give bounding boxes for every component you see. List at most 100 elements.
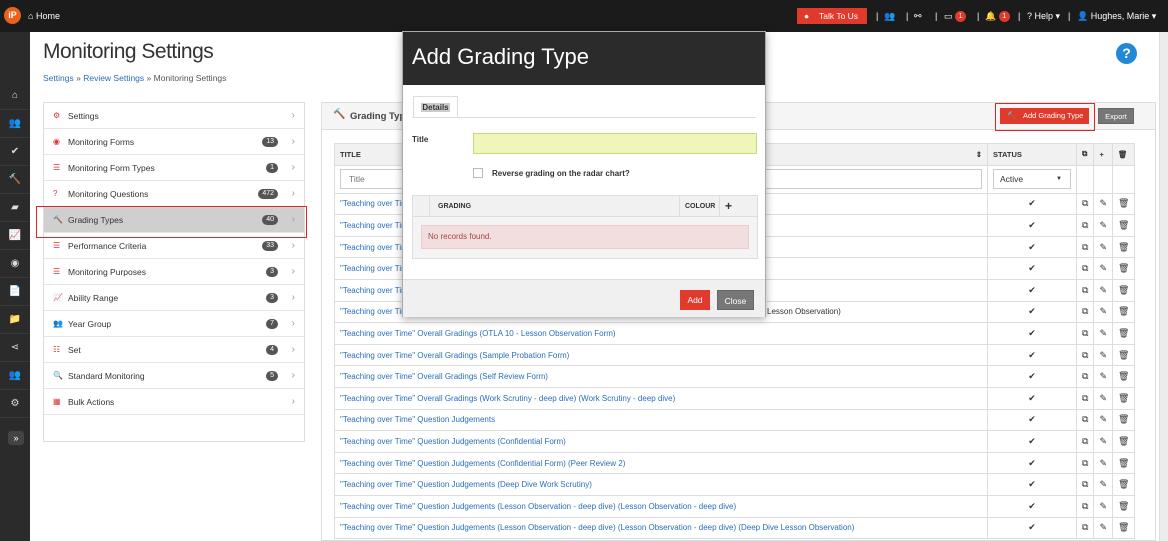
messages-button[interactable]: ▭ 1 <box>944 11 967 23</box>
copy-icon[interactable]: ⧉ <box>1075 278 1095 302</box>
help-icon[interactable]: ? <box>1116 43 1137 64</box>
trash-icon[interactable]: 🗑 <box>1111 143 1136 166</box>
breadcrumb-review-settings[interactable]: Review Settings <box>83 73 144 83</box>
home-icon[interactable]: ⌂ <box>0 82 30 110</box>
menu-item-monitoring-form-types[interactable]: ☰ Monitoring Form Types 1 › <box>44 155 304 181</box>
copy-icon[interactable]: ⧉ <box>1075 322 1095 345</box>
trash-icon[interactable]: 🗑 <box>1111 516 1136 540</box>
book-icon[interactable]: ▰ <box>0 194 30 222</box>
menu-item-monitoring-forms[interactable]: ◉ Monitoring Forms 13 › <box>44 129 304 155</box>
trash-icon[interactable]: 🗑 <box>1111 322 1136 345</box>
table-row[interactable]: "Teaching over Time" Question Judgements… <box>334 451 1136 475</box>
copy-icon[interactable]: ⧉ <box>1075 143 1095 166</box>
table-row[interactable]: "Teaching over Time" Question Judgements… <box>334 516 1136 540</box>
copy-icon[interactable]: ⧉ <box>1075 235 1095 259</box>
group-icon[interactable]: 👥 <box>0 362 30 390</box>
check-icon[interactable]: ✔ <box>0 138 30 166</box>
edit-icon[interactable]: ✎ <box>1093 235 1113 259</box>
row-title-link[interactable]: "Teaching over Time" Overall Gradings (W… <box>340 394 675 403</box>
gavel-icon[interactable]: 🔨 <box>0 166 30 194</box>
edit-icon[interactable]: ✎ <box>1093 300 1113 324</box>
table-row[interactable]: "Teaching over Time" Question Judgements… <box>334 473 1136 496</box>
copy-icon[interactable]: ⧉ <box>1075 516 1095 540</box>
menu-item-bulk-actions[interactable]: ▦ Bulk Actions › <box>44 389 304 415</box>
menu-item-ability-range[interactable]: 📈 Ability Range 3 › <box>44 285 304 311</box>
trash-icon[interactable]: 🗑 <box>1111 408 1136 432</box>
copy-icon[interactable]: ⧉ <box>1075 494 1095 518</box>
app-logo[interactable]: iP <box>4 7 21 24</box>
table-row[interactable]: "Teaching over Time" Overall Gradings (S… <box>334 365 1136 388</box>
chart-icon[interactable]: 📈 <box>0 222 30 250</box>
export-button[interactable]: Export <box>1098 108 1134 124</box>
copy-icon[interactable]: ⧉ <box>1075 473 1095 496</box>
edit-icon[interactable]: ✎ <box>1093 192 1113 216</box>
trash-icon[interactable]: 🗑 <box>1111 214 1136 237</box>
edit-icon[interactable]: ✎ <box>1093 365 1113 388</box>
row-title-link[interactable]: "Teaching over Time" Question Judgements… <box>340 459 625 468</box>
trash-icon[interactable]: 🗑 <box>1111 494 1136 518</box>
edit-icon[interactable]: ✎ <box>1093 386 1113 410</box>
edit-icon[interactable]: ✎ <box>1093 322 1113 345</box>
status-filter-select[interactable]: Active ▼ <box>993 169 1071 190</box>
copy-icon[interactable]: ⧉ <box>1075 192 1095 216</box>
link-icon[interactable]: ⚯ <box>914 11 922 22</box>
copy-icon[interactable]: ⧉ <box>1075 343 1095 367</box>
copy-icon[interactable]: ⧉ <box>1075 386 1095 410</box>
reverse-grading-checkbox[interactable] <box>473 168 483 178</box>
trash-icon[interactable]: 🗑 <box>1111 365 1136 388</box>
breadcrumb-settings[interactable]: Settings <box>43 73 74 83</box>
trash-icon[interactable]: 🗑 <box>1111 257 1136 280</box>
edit-icon[interactable]: ✎ <box>1093 473 1113 496</box>
row-title-link[interactable]: "Teaching over Time" Question Judgements <box>340 415 495 424</box>
edit-icon[interactable]: ✎ <box>1093 451 1113 475</box>
folder-icon[interactable]: 📁 <box>0 306 30 334</box>
gears-icon[interactable]: ⚙ <box>0 390 30 418</box>
row-title-link[interactable]: "Teaching over Time" Overall Gradings (S… <box>340 351 569 360</box>
home-link[interactable]: ⌂ Home <box>28 11 60 21</box>
table-row[interactable]: "Teaching over Time" Question Judgements… <box>334 494 1136 518</box>
copy-icon[interactable]: ⧉ <box>1075 408 1095 432</box>
file-icon[interactable]: 📄 <box>0 278 30 306</box>
trash-icon[interactable]: 🗑 <box>1111 343 1136 367</box>
trash-icon[interactable]: 🗑 <box>1111 192 1136 216</box>
edit-icon[interactable]: ✎ <box>1093 430 1113 453</box>
trash-icon[interactable]: 🗑 <box>1111 235 1136 259</box>
edit-icon[interactable]: ✎ <box>1093 494 1113 518</box>
copy-icon[interactable]: ⧉ <box>1075 451 1095 475</box>
talk-to-us-button[interactable]: ● Talk To Us <box>797 8 867 24</box>
trash-icon[interactable]: 🗑 <box>1111 473 1136 496</box>
menu-item-monitoring-purposes[interactable]: ☰ Monitoring Purposes 3 › <box>44 259 304 285</box>
table-row[interactable]: "Teaching over Time" Overall Gradings (W… <box>334 386 1136 410</box>
table-row[interactable]: "Teaching over Time" Overall Gradings (S… <box>334 343 1136 367</box>
row-title-link[interactable]: "Teaching over Time" Question Judgements… <box>340 523 854 532</box>
row-title-link[interactable]: "Teaching over Time" Question Judgements… <box>340 502 736 511</box>
edit-icon[interactable]: ✎ <box>1093 278 1113 302</box>
row-title-link[interactable]: "Teaching over Time" Overall Gradings (O… <box>340 329 616 338</box>
edit-icon[interactable]: ✎ <box>1093 343 1113 367</box>
tab-details[interactable]: Details <box>413 96 458 117</box>
edit-icon[interactable]: ✎ <box>1093 257 1113 280</box>
notifications-button[interactable]: 🔔 1 <box>985 11 1010 23</box>
edit-icon[interactable]: ✎ <box>1093 408 1113 432</box>
add-button[interactable]: Add <box>680 290 710 310</box>
add-grading-plus-icon[interactable]: + <box>725 199 732 213</box>
close-button[interactable]: Close <box>717 290 754 310</box>
trash-icon[interactable]: 🗑 <box>1111 300 1136 324</box>
users-icon[interactable]: 👥 <box>884 11 895 22</box>
share-icon[interactable]: ⋖ <box>0 334 30 362</box>
trash-icon[interactable]: 🗑 <box>1111 451 1136 475</box>
help-menu[interactable]: ? Help ▾ <box>1027 11 1060 22</box>
row-title-link[interactable]: "Teaching over Time" Question Judgements… <box>340 480 592 489</box>
menu-item-year-group[interactable]: 👥 Year Group 7 › <box>44 311 304 337</box>
menu-item-set[interactable]: ☷ Set 4 › <box>44 337 304 363</box>
menu-item-standard-monitoring[interactable]: 🔍 Standard Monitoring 5 › <box>44 363 304 389</box>
menu-item-settings[interactable]: ⚙ Settings › <box>44 103 304 129</box>
user-menu[interactable]: 👤 Hughes, Marie ▾ <box>1077 11 1156 22</box>
copy-icon[interactable]: ⧉ <box>1075 365 1095 388</box>
copy-icon[interactable]: ⧉ <box>1075 300 1095 324</box>
copy-icon[interactable]: ⧉ <box>1075 257 1095 280</box>
trash-icon[interactable]: 🗑 <box>1111 430 1136 453</box>
table-row[interactable]: "Teaching over Time" Question Judgements… <box>334 430 1136 453</box>
row-title-link[interactable]: "Teaching over Time" Overall Gradings (S… <box>340 372 548 381</box>
plus-icon[interactable]: + <box>1093 143 1113 166</box>
